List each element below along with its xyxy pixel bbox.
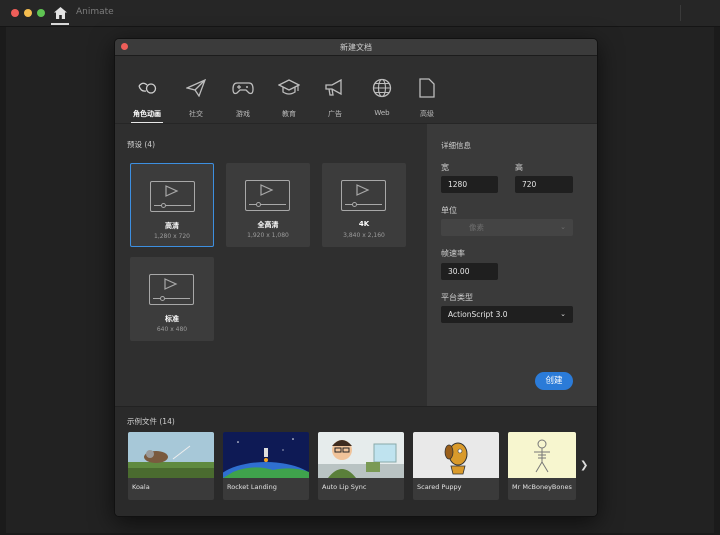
example-card-auto-lip-sync[interactable]: Auto Lip Sync bbox=[318, 432, 404, 500]
auto-lip-sync-thumbnail bbox=[318, 432, 404, 478]
video-document-icon bbox=[149, 274, 194, 305]
example-name: Mr McBoneyBones bbox=[512, 483, 572, 491]
fps-input[interactable]: 30.00 bbox=[441, 263, 498, 280]
tab-social[interactable]: 社交 bbox=[176, 75, 216, 119]
chevron-right-icon[interactable]: ❯ bbox=[580, 460, 588, 471]
preset-4k[interactable]: 4K 3,840 x 2,160 bbox=[322, 163, 406, 247]
character-animation-icon bbox=[127, 75, 167, 101]
tab-label: 广告 bbox=[328, 110, 342, 118]
height-input[interactable]: 720 bbox=[515, 176, 573, 193]
scared-puppy-thumbnail bbox=[413, 432, 499, 478]
presets-panel: 预设 (4) 高清 1,280 x 720 全高清 1,920 x 1,080 … bbox=[115, 124, 427, 406]
platform-label: 平台类型 bbox=[441, 293, 473, 302]
example-name: Rocket Landing bbox=[227, 483, 277, 491]
tab-label: Web bbox=[374, 109, 390, 117]
example-name: Scared Puppy bbox=[417, 483, 462, 491]
examples-title: 示例文件 (14) bbox=[127, 417, 175, 426]
koala-thumbnail bbox=[128, 432, 214, 478]
example-card-rocket-landing[interactable]: Rocket Landing bbox=[223, 432, 309, 500]
tab-label: 教育 bbox=[282, 110, 296, 118]
app-name: Animate bbox=[76, 7, 114, 17]
advertising-megaphone-icon bbox=[315, 75, 355, 101]
tab-label: 游戏 bbox=[236, 110, 250, 118]
presets-title: 预设 (4) bbox=[127, 140, 156, 149]
preset-hd[interactable]: 高清 1,280 x 720 bbox=[130, 163, 214, 247]
units-value: 像素 bbox=[469, 223, 484, 232]
zoom-window-button[interactable] bbox=[37, 9, 45, 17]
dialog-titlebar: 新建文档 bbox=[115, 39, 597, 56]
preset-name: 标准 bbox=[165, 315, 179, 323]
category-tabs: 角色动画 社交 游戏 教育 广告 Web 高级 bbox=[115, 55, 597, 125]
width-input[interactable]: 1280 bbox=[441, 176, 498, 193]
fps-label: 帧速率 bbox=[441, 249, 465, 258]
social-paper-plane-icon bbox=[176, 75, 216, 101]
preset-standard[interactable]: 标准 640 x 480 bbox=[130, 257, 214, 341]
preset-size: 1,280 x 720 bbox=[154, 233, 190, 240]
chevron-down-icon: ⌄ bbox=[560, 223, 566, 231]
chevron-down-icon: ⌄ bbox=[560, 310, 566, 318]
preset-name: 4K bbox=[358, 220, 370, 228]
home-tab-indicator bbox=[51, 23, 69, 25]
mr-mcboneybones-thumbnail bbox=[508, 432, 576, 478]
tab-education[interactable]: 教育 bbox=[269, 75, 309, 119]
video-document-icon bbox=[341, 180, 386, 211]
tab-label: 社交 bbox=[189, 110, 203, 118]
web-globe-icon bbox=[362, 75, 402, 101]
home-icon[interactable] bbox=[50, 3, 70, 23]
platform-select[interactable]: ActionScript 3.0 ⌄ bbox=[441, 306, 573, 323]
platform-value: ActionScript 3.0 bbox=[448, 310, 508, 319]
details-panel: 详细信息 宽 1280 高 720 单位 像素 ⌄ 帧速率 30.00 平台类型… bbox=[427, 124, 597, 406]
app-titlebar: Animate bbox=[0, 0, 720, 27]
titlebar-divider bbox=[680, 5, 681, 21]
minimize-window-button[interactable] bbox=[24, 9, 32, 17]
tab-label: 角色动画 bbox=[133, 110, 161, 118]
dialog-title: 新建文档 bbox=[340, 43, 372, 52]
examples-section: 示例文件 (14) Koala Rocket Landing Auto Lip … bbox=[115, 406, 597, 516]
create-button[interactable]: 创建 bbox=[535, 372, 573, 390]
tab-advanced[interactable]: 高级 bbox=[407, 75, 447, 119]
height-label: 高 bbox=[515, 163, 523, 172]
units-select: 像素 ⌄ bbox=[441, 219, 573, 236]
preset-full-hd[interactable]: 全高清 1,920 x 1,080 bbox=[226, 163, 310, 247]
close-window-button[interactable] bbox=[11, 9, 19, 17]
tab-character-animation[interactable]: 角色动画 bbox=[127, 75, 167, 124]
example-card-mr-mcboneybones[interactable]: Mr McBoneyBones bbox=[508, 432, 576, 500]
tab-advertising[interactable]: 广告 bbox=[315, 75, 355, 119]
preset-size: 640 x 480 bbox=[156, 326, 188, 333]
preset-name: 高清 bbox=[165, 222, 179, 230]
width-label: 宽 bbox=[441, 163, 449, 172]
rocket-landing-thumbnail bbox=[223, 432, 309, 478]
preset-name: 全高清 bbox=[257, 221, 279, 229]
game-controller-icon bbox=[223, 75, 263, 101]
preset-size: 1,920 x 1,080 bbox=[247, 232, 289, 239]
tab-label: 高级 bbox=[420, 110, 434, 118]
example-name: Auto Lip Sync bbox=[322, 483, 367, 491]
details-title: 详细信息 bbox=[441, 141, 471, 150]
units-label: 单位 bbox=[441, 206, 457, 215]
example-name: Koala bbox=[132, 483, 150, 491]
video-document-icon bbox=[245, 180, 290, 211]
tab-game[interactable]: 游戏 bbox=[223, 75, 263, 119]
example-card-koala[interactable]: Koala bbox=[128, 432, 214, 500]
tab-web[interactable]: Web bbox=[362, 75, 402, 117]
example-card-scared-puppy[interactable]: Scared Puppy bbox=[413, 432, 499, 500]
preset-size: 3,840 x 2,160 bbox=[343, 232, 385, 239]
video-document-icon bbox=[150, 181, 195, 212]
education-cap-icon bbox=[269, 75, 309, 101]
new-document-dialog: 新建文档 角色动画 社交 游戏 教育 广告 Web 高级 预设 (4) 高清 1… bbox=[114, 38, 598, 517]
advanced-document-icon bbox=[407, 75, 447, 101]
